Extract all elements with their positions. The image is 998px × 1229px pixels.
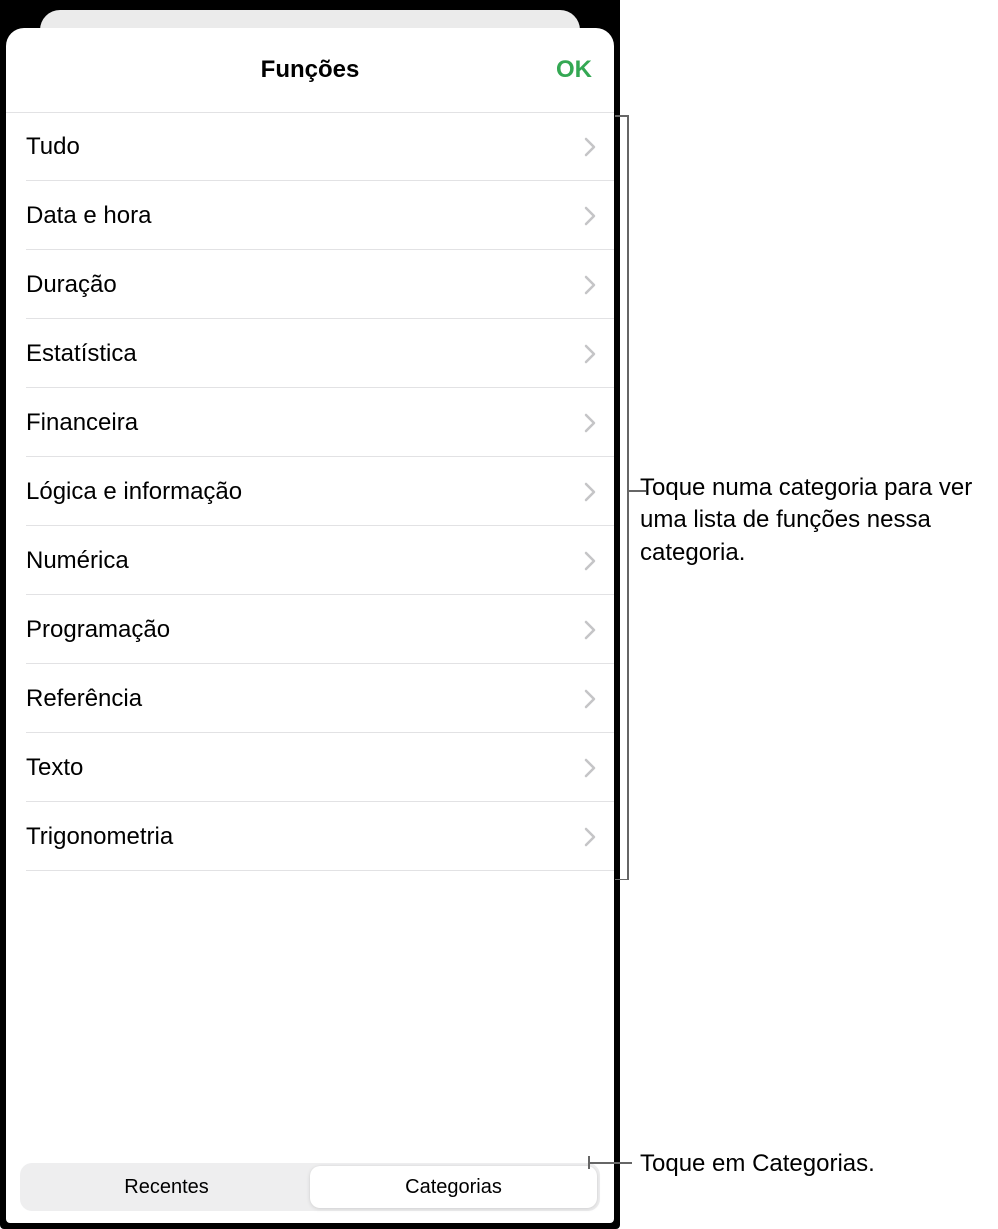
chevron-right-icon	[584, 620, 596, 640]
category-label: Duração	[26, 271, 117, 299]
category-label: Tudo	[26, 133, 80, 161]
chevron-right-icon	[584, 758, 596, 778]
sheet-title: Funções	[261, 56, 360, 84]
segment-recentes[interactable]: Recentes	[23, 1166, 310, 1208]
category-label: Programação	[26, 616, 170, 644]
chevron-right-icon	[584, 689, 596, 709]
callout-leader-line-icon	[588, 1162, 632, 1164]
category-row-data-e-hora[interactable]: Data e hora	[6, 181, 614, 250]
callout-segmented: Toque em Categorias.	[640, 1148, 996, 1180]
category-row-logica-informacao[interactable]: Lógica e informação	[6, 457, 614, 526]
category-row-programacao[interactable]: Programação	[6, 595, 614, 664]
category-label: Numérica	[26, 547, 129, 575]
chevron-right-icon	[584, 206, 596, 226]
category-label: Trigonometria	[26, 823, 173, 851]
category-label: Estatística	[26, 340, 137, 368]
segmented-control-wrap: Recentes Categorias	[6, 1163, 614, 1223]
chevron-right-icon	[584, 344, 596, 364]
ok-button[interactable]: OK	[556, 56, 592, 84]
segmented-control: Recentes Categorias	[20, 1163, 600, 1211]
chevron-right-icon	[584, 551, 596, 571]
callout-bracket-icon	[615, 115, 633, 880]
category-row-numerica[interactable]: Numérica	[6, 526, 614, 595]
category-label: Referência	[26, 685, 142, 713]
category-list: Tudo Data e hora Duração Estatística	[6, 112, 614, 1163]
chevron-right-icon	[584, 275, 596, 295]
chevron-right-icon	[584, 482, 596, 502]
callout-list: Toque numa categoria para ver uma lista …	[640, 472, 996, 569]
device-frame: Funções OK Tudo Data e hora Duração	[0, 0, 620, 1229]
category-row-texto[interactable]: Texto	[6, 733, 614, 802]
category-label: Lógica e informação	[26, 478, 242, 506]
chevron-right-icon	[584, 827, 596, 847]
category-row-financeira[interactable]: Financeira	[6, 388, 614, 457]
category-row-duracao[interactable]: Duração	[6, 250, 614, 319]
category-label: Financeira	[26, 409, 138, 437]
category-label: Data e hora	[26, 202, 151, 230]
segment-categorias[interactable]: Categorias	[310, 1166, 597, 1208]
category-row-tudo[interactable]: Tudo	[6, 112, 614, 181]
category-row-estatistica[interactable]: Estatística	[6, 319, 614, 388]
chevron-right-icon	[584, 413, 596, 433]
category-label: Texto	[26, 754, 83, 782]
sheet-header: Funções OK	[6, 28, 614, 112]
functions-sheet: Funções OK Tudo Data e hora Duração	[6, 28, 614, 1223]
category-row-referencia[interactable]: Referência	[6, 664, 614, 733]
category-row-trigonometria[interactable]: Trigonometria	[6, 802, 614, 871]
chevron-right-icon	[584, 137, 596, 157]
